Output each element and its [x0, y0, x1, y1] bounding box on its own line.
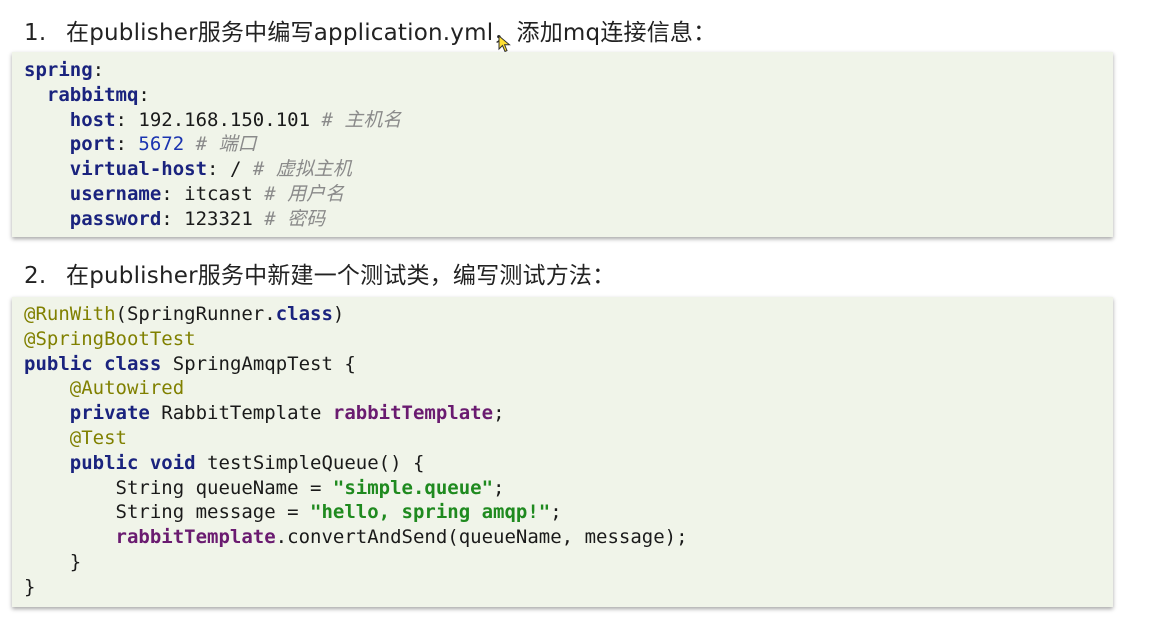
code-line: rabbitmq: [46, 83, 150, 106]
annotation: @Test [69, 426, 127, 449]
code-line: @SpringBootTest [24, 327, 1113, 352]
yaml-code-block: spring: rabbitmq: host: 192.168.150.101 … [12, 52, 1113, 237]
code-line: public class SpringAmqpTest { [24, 352, 356, 375]
identifier: SpringRunner [126, 303, 265, 325]
yaml-key: spring [24, 59, 93, 81]
code-line: public void testSimpleQueue() { [69, 451, 425, 474]
java-code-block: @RunWith(SpringRunner.class) @SpringBoot… [12, 297, 1113, 607]
variable-name: message [195, 501, 276, 524]
type-name: String [115, 476, 185, 499]
field-name: rabbitTemplate [115, 526, 276, 549]
keyword: class [104, 352, 162, 375]
type-name: String [115, 501, 185, 524]
code-line: @Autowired [24, 376, 1113, 401]
yaml-comment: # 用户名 [264, 182, 345, 205]
step-text: 在publisher服务中编写application.yml，添加mq连接信息： [66, 20, 717, 46]
yaml-comment: # 端口 [195, 133, 257, 156]
annotation: @SpringBootTest [24, 327, 196, 350]
call-arguments: queueName, message [458, 526, 665, 549]
step-2-heading: 2. 在publisher服务中新建一个测试类，编写测试方法： [24, 256, 615, 290]
code-line: password: 123321 # 密码 [69, 207, 326, 230]
mouse-cursor-icon [498, 35, 511, 53]
code-line: port: 5672 # 端口 [69, 133, 257, 156]
code-line: spring: [24, 59, 105, 81]
yaml-value: 5672 [138, 133, 185, 156]
keyword: public [69, 451, 139, 474]
class-name: SpringAmqpTest [172, 352, 333, 375]
code-line: String queueName = "simple.queue"; [115, 476, 505, 499]
code-line: @RunWith(SpringRunner.class) [24, 303, 345, 325]
yaml-key: port [69, 133, 116, 156]
string-literal: "hello, spring amqp!" [310, 501, 551, 524]
yaml-key: username [69, 182, 162, 205]
yaml-key: host [69, 108, 116, 131]
yaml-key: password [69, 207, 162, 230]
yaml-value: / [229, 158, 242, 181]
step-number: 2. [24, 263, 47, 289]
annotation: @RunWith [24, 303, 116, 325]
keyword: void [149, 451, 196, 474]
code-line: String message = "hello, spring amqp!"; [115, 501, 562, 524]
yaml-key: virtual-host [69, 158, 208, 181]
string-literal: "simple.queue" [332, 476, 494, 499]
yaml-comment: # 主机名 [321, 108, 402, 131]
yaml-comment: # 密码 [264, 207, 326, 230]
method-call: convertAndSend [287, 526, 448, 549]
variable-name: queueName [195, 476, 299, 499]
field-name: rabbitTemplate [332, 402, 494, 425]
code-line: } [24, 550, 82, 573]
keyword: public [24, 352, 93, 375]
method-name: testSimpleQueue [207, 451, 379, 474]
yaml-key: rabbitmq [46, 83, 139, 106]
keyword: class [275, 303, 333, 325]
code-line: username: itcast # 用户名 [69, 182, 345, 205]
keyword: private [69, 402, 150, 425]
yaml-comment: # 虚拟主机 [252, 158, 352, 181]
code-line: } [24, 575, 36, 598]
code-line: @Test [24, 426, 1113, 451]
code-line: rabbitTemplate.convertAndSend(queueName,… [115, 526, 688, 549]
code-line: virtual-host: / # 虚拟主机 [69, 158, 352, 181]
step-number: 1. [24, 20, 47, 46]
code-line: private RabbitTemplate rabbitTemplate; [69, 402, 505, 425]
code-line: host: 192.168.150.101 # 主机名 [69, 108, 402, 131]
type-name: RabbitTemplate [161, 402, 322, 425]
yaml-value: itcast [184, 182, 253, 205]
annotation: @Autowired [69, 377, 185, 400]
step-text: 在publisher服务中新建一个测试类，编写测试方法： [66, 263, 616, 289]
yaml-value: 123321 [184, 207, 253, 230]
yaml-value: 192.168.150.101 [138, 108, 311, 131]
step-1-heading: 1. 在publisher服务中编写application.yml，添加mq连接信… [24, 13, 716, 47]
